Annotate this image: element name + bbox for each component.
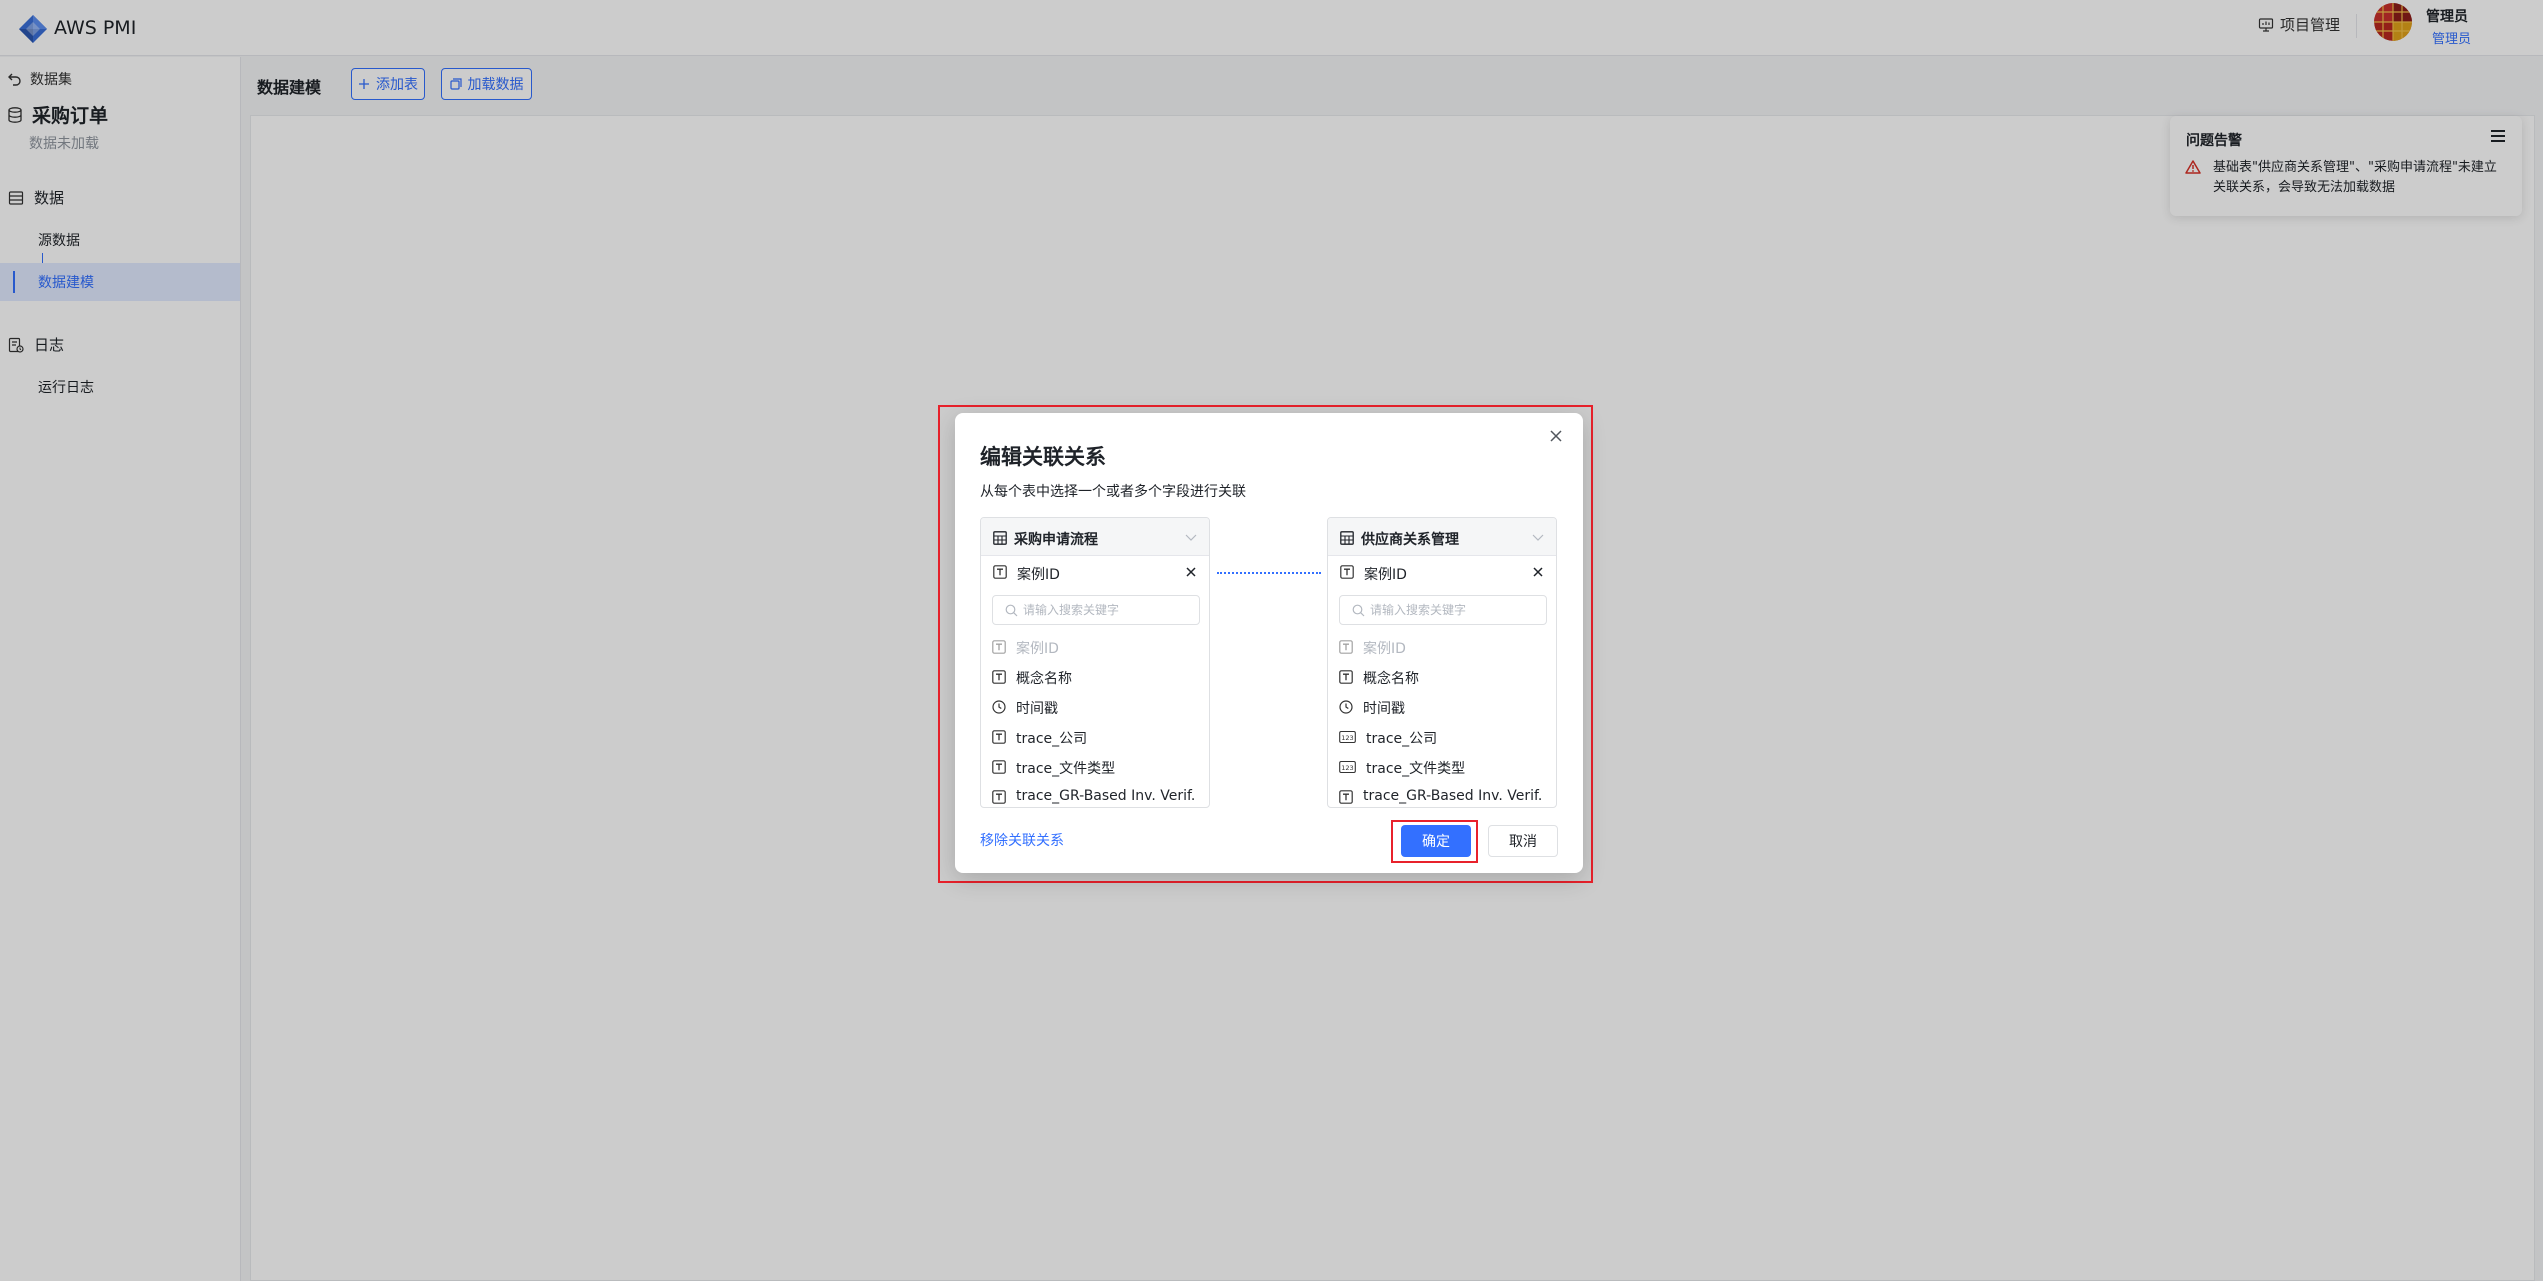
right-field-item[interactable]: 时间戳 [1328, 692, 1556, 722]
right-field-label: 时间戳 [1363, 701, 1405, 717]
text-icon [1339, 670, 1353, 684]
right-field-item[interactable]: 123 trace_公司 [1328, 722, 1556, 752]
text-icon [1339, 640, 1353, 654]
left-field-label: 概念名称 [1016, 671, 1072, 687]
clock-icon [992, 700, 1006, 714]
right-selected-field: 案例ID [1328, 556, 1556, 588]
search-icon [1005, 604, 1018, 617]
right-table-panel: 供应商关系管理 案例ID 案例ID 概念名称 时间戳 123 trace_公 [1327, 517, 1557, 808]
left-field-label: 案例ID [1016, 641, 1059, 657]
search-icon [1352, 604, 1365, 617]
right-field-item[interactable]: 123 trace_文件类型 [1328, 752, 1556, 782]
number-icon: 123 [1339, 730, 1356, 744]
left-field-label: trace_文件类型 [1016, 761, 1116, 777]
left-field-label: trace_公司 [1016, 731, 1088, 747]
confirm-button[interactable]: 确定 [1401, 825, 1471, 857]
svg-text:123: 123 [1341, 764, 1353, 772]
cancel-button[interactable]: 取消 [1488, 825, 1558, 857]
right-field-label: trace_公司 [1366, 731, 1438, 747]
text-icon [992, 730, 1006, 744]
right-field-item: 案例ID [1328, 632, 1556, 662]
right-table-header[interactable]: 供应商关系管理 [1328, 518, 1556, 556]
left-field-label: 时间戳 [1016, 701, 1058, 717]
left-field-item: 案例ID [981, 632, 1209, 662]
right-field-label: 概念名称 [1363, 671, 1419, 687]
right-search-box[interactable] [1339, 595, 1547, 625]
left-field-item[interactable]: trace_公司 [981, 722, 1209, 752]
left-search-input[interactable] [1023, 600, 1193, 620]
relation-link-line [1217, 572, 1321, 574]
left-field-item[interactable]: trace_GR-Based Inv. Verif. [981, 782, 1209, 807]
text-icon [992, 790, 1006, 804]
left-selected-field-label: 案例ID [1017, 567, 1060, 583]
close-icon[interactable] [1185, 566, 1197, 578]
table-icon [1340, 531, 1354, 545]
left-table-header[interactable]: 采购申请流程 [981, 518, 1209, 556]
text-icon [992, 670, 1006, 684]
right-selected-field-label: 案例ID [1364, 567, 1407, 583]
right-field-label: trace_文件类型 [1366, 761, 1466, 777]
left-table-panel: 采购申请流程 案例ID 案例ID 概念名称 时间戳 trace_公司 [980, 517, 1210, 808]
left-search-box[interactable] [992, 595, 1200, 625]
text-icon [1340, 565, 1354, 579]
right-field-label: trace_GR-Based Inv. Verif. [1363, 788, 1543, 804]
chevron-down-icon [1532, 534, 1544, 541]
text-icon [992, 760, 1006, 774]
right-field-label: 案例ID [1363, 641, 1406, 657]
dialog-description: 从每个表中选择一个或者多个字段进行关联 [980, 484, 1246, 500]
right-field-item[interactable]: trace_GR-Based Inv. Verif. [1328, 782, 1556, 807]
left-field-label: trace_GR-Based Inv. Verif. [1016, 788, 1196, 804]
right-search-input[interactable] [1370, 600, 1540, 620]
table-icon [993, 531, 1007, 545]
clock-icon [1339, 700, 1353, 714]
text-icon [1339, 790, 1353, 804]
number-icon: 123 [1339, 760, 1356, 774]
close-icon[interactable] [1548, 428, 1564, 444]
remove-relation-link[interactable]: 移除关联关系 [980, 830, 1064, 850]
right-field-item[interactable]: 概念名称 [1328, 662, 1556, 692]
left-field-item[interactable]: 概念名称 [981, 662, 1209, 692]
dialog-title: 编辑关联关系 [980, 445, 1106, 469]
svg-text:123: 123 [1341, 734, 1353, 742]
right-table-name: 供应商关系管理 [1361, 532, 1459, 548]
left-field-item[interactable]: trace_文件类型 [981, 752, 1209, 782]
text-icon [992, 640, 1006, 654]
left-field-item[interactable]: 时间戳 [981, 692, 1209, 722]
left-selected-field: 案例ID [981, 556, 1209, 588]
text-icon [993, 565, 1007, 579]
chevron-down-icon [1185, 534, 1197, 541]
left-table-name: 采购申请流程 [1014, 532, 1098, 548]
close-icon[interactable] [1532, 566, 1544, 578]
